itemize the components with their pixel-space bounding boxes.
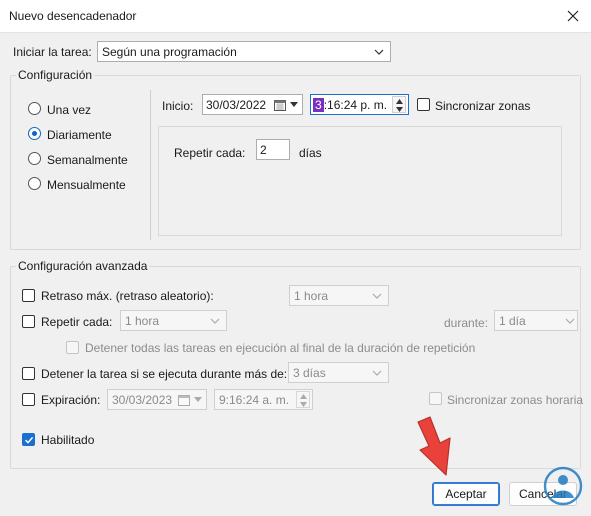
- radio-monthly-circle[interactable]: [28, 177, 41, 190]
- start-time-spinner[interactable]: 3 :16:24 p. m.: [310, 94, 409, 115]
- duration-select[interactable]: 1 día: [494, 310, 578, 331]
- close-icon: [567, 10, 579, 22]
- expiration-sync-zones-checkbox[interactable]: [429, 392, 442, 405]
- watermark-logo-icon: [543, 466, 583, 506]
- repeat-every-value: 2: [260, 142, 267, 157]
- spin-up-icon[interactable]: [300, 394, 307, 399]
- delay-value: 1 hora: [294, 288, 329, 303]
- chevron-down-icon: [372, 370, 382, 376]
- delay-label: Retraso máx. (retraso aleatorio):: [41, 289, 214, 303]
- stop-all-checkbox[interactable]: [66, 341, 79, 354]
- title-separator: [0, 32, 591, 33]
- start-time-rest: :16:24 p. m.: [323, 97, 388, 112]
- expiration-date-value: 30/03/2023: [112, 392, 173, 407]
- radio-once[interactable]: [28, 102, 41, 115]
- radio-daily-label: Diariamente: [47, 128, 112, 142]
- start-task-value: Según una programación: [102, 44, 237, 59]
- repeat-label: Repetir cada:: [41, 315, 113, 329]
- radio-daily[interactable]: [28, 127, 41, 140]
- spin-up-icon[interactable]: [396, 99, 403, 104]
- repeat-every-input[interactable]: 2: [256, 139, 290, 160]
- repeat-panel: [158, 126, 562, 236]
- radio-once-circle[interactable]: [28, 102, 41, 115]
- stop-if-checkbox[interactable]: [22, 367, 35, 380]
- ok-button[interactable]: Aceptar: [432, 482, 500, 506]
- delay-checkbox[interactable]: [22, 289, 35, 302]
- repeat-every-unit: días: [299, 146, 322, 160]
- calendar-icon: [274, 100, 286, 111]
- chevron-down-icon: [374, 49, 384, 55]
- sync-zones-checkbox[interactable]: [417, 98, 430, 111]
- duration-label: durante:: [444, 316, 489, 330]
- expiration-checkbox[interactable]: [22, 393, 35, 406]
- expiration-time-value: 9:16:24 a. m.: [219, 392, 290, 407]
- stop-if-value: 3 días: [293, 365, 326, 380]
- arrow-annotation-icon: [417, 416, 451, 476]
- expiration-time-spinner[interactable]: 9:16:24 a. m.: [214, 389, 313, 410]
- chevron-down-icon: [372, 293, 382, 299]
- start-task-select[interactable]: Según una programación: [97, 41, 391, 62]
- start-task-label: Iniciar la tarea:: [13, 45, 92, 59]
- start-date-picker[interactable]: 30/03/2022: [202, 94, 303, 115]
- chevron-down-icon: [194, 397, 202, 402]
- chevron-down-icon: [290, 102, 298, 107]
- calendar-icon: [178, 395, 190, 406]
- expiration-label: Expiración:: [41, 393, 101, 407]
- configuration-legend: Configuración: [16, 68, 95, 82]
- expiration-date-picker[interactable]: 30/03/2023: [107, 389, 207, 410]
- sync-zones-label: Sincronizar zonas: [435, 99, 531, 113]
- radio-once-label: Una vez: [47, 103, 92, 117]
- expiration-spin-buttons[interactable]: [296, 391, 310, 408]
- radio-monthly-label: Mensualmente: [47, 178, 126, 192]
- radio-weekly[interactable]: [28, 152, 41, 165]
- repeat-value: 1 hora: [125, 313, 160, 328]
- window-title: Nuevo desencadenador: [9, 9, 137, 23]
- stop-if-select[interactable]: 3 días: [288, 362, 389, 383]
- delay-select[interactable]: 1 hora: [289, 285, 389, 306]
- radio-weekly-circle[interactable]: [28, 152, 41, 165]
- enabled-label: Habilitado: [41, 433, 95, 447]
- start-time-selected: 3: [313, 97, 324, 112]
- radio-weekly-label: Semanalmente: [47, 153, 128, 167]
- chevron-down-icon: [210, 318, 220, 324]
- spin-down-icon[interactable]: [396, 107, 403, 112]
- enabled-checkbox[interactable]: [22, 433, 35, 446]
- spin-down-icon[interactable]: [300, 402, 307, 407]
- start-label: Inicio:: [162, 99, 194, 113]
- repeat-checkbox[interactable]: [22, 315, 35, 328]
- advanced-legend: Configuración avanzada: [16, 259, 150, 273]
- vertical-divider: [150, 90, 151, 240]
- chevron-down-icon: [565, 318, 575, 324]
- radio-monthly[interactable]: [28, 177, 41, 190]
- repeat-select[interactable]: 1 hora: [120, 310, 227, 331]
- duration-value: 1 día: [499, 313, 526, 328]
- time-spin-buttons[interactable]: [392, 96, 406, 113]
- stop-all-label: Detener todas las tareas en ejecución al…: [85, 341, 476, 355]
- radio-daily-circle[interactable]: [28, 127, 41, 140]
- check-icon: [24, 436, 34, 444]
- close-button[interactable]: [555, 0, 591, 32]
- stop-if-label: Detener la tarea si se ejecuta durante m…: [41, 367, 288, 381]
- repeat-every-label: Repetir cada:: [174, 146, 246, 160]
- expiration-sync-zones-label: Sincronizar zonas horaria: [447, 393, 584, 407]
- start-date-value: 30/03/2022: [206, 97, 267, 112]
